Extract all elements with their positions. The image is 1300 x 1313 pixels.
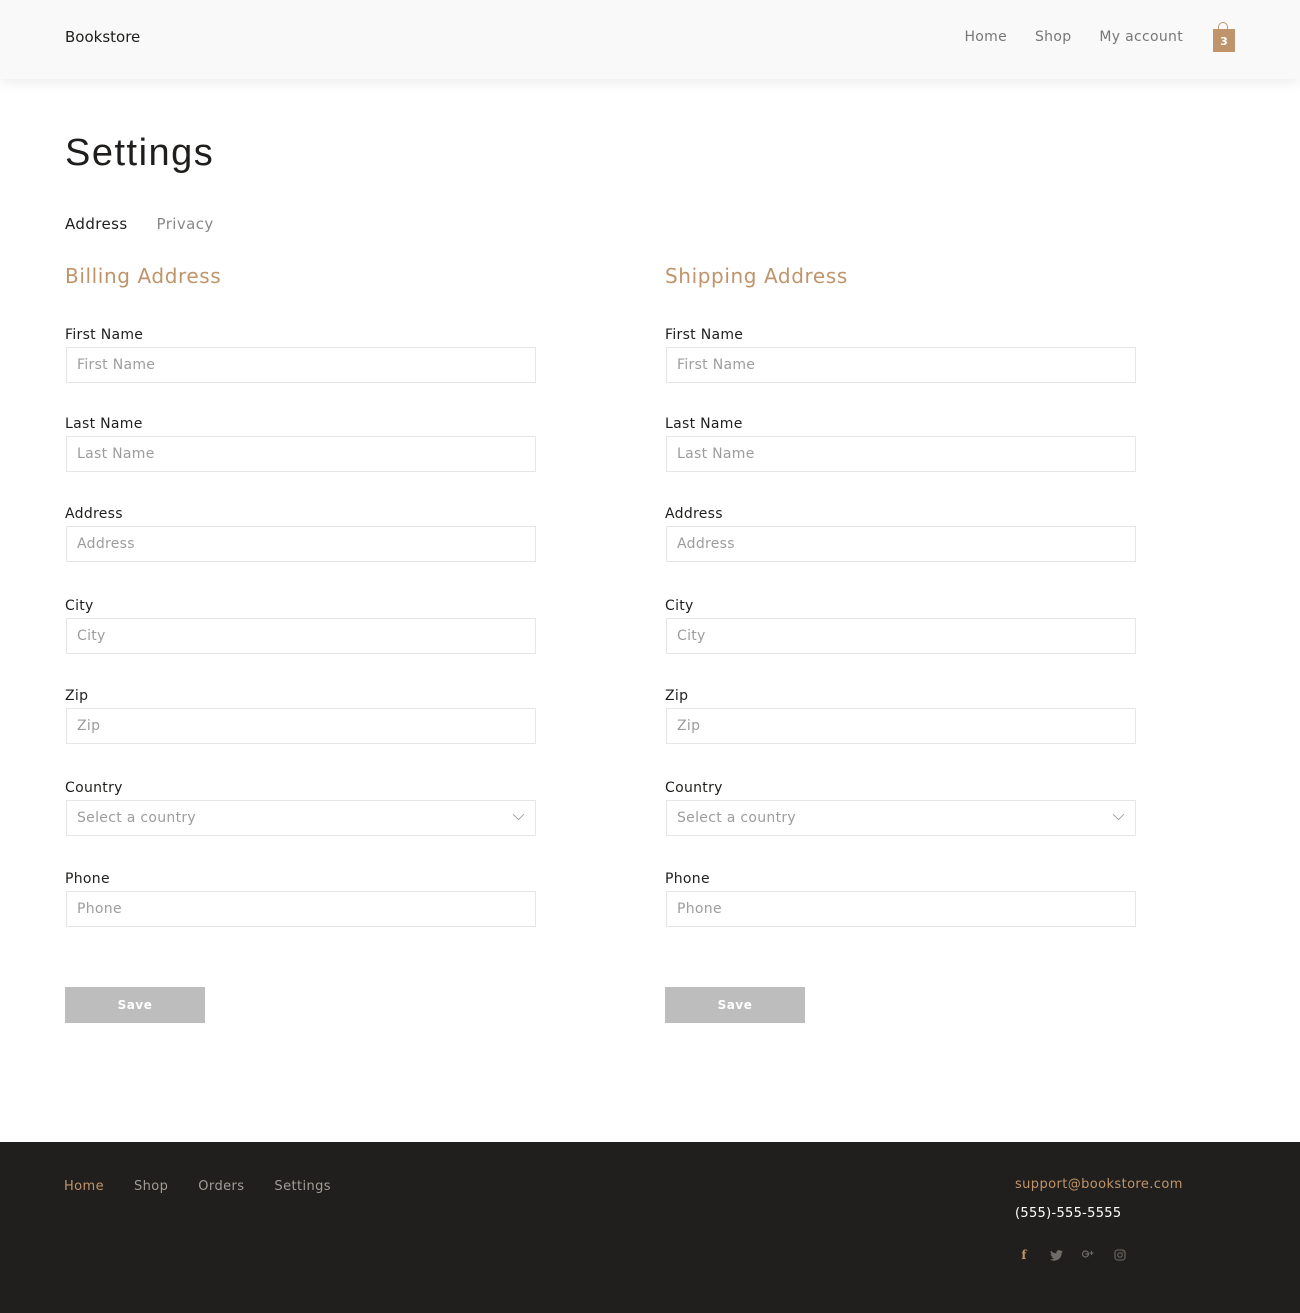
billing-city-group: City — [65, 598, 537, 654]
settings-tabs: Address Privacy — [65, 215, 243, 233]
billing-phone-input[interactable] — [66, 891, 536, 927]
billing-heading: Billing Address — [65, 264, 222, 288]
billing-city-input[interactable] — [66, 618, 536, 654]
support-phone: (555)-555-5555 — [1015, 1206, 1122, 1221]
billing-address-input[interactable] — [66, 526, 536, 562]
billing-address-group: Address — [65, 506, 537, 562]
shipping-zip-label: Zip — [665, 688, 689, 704]
billing-country-selected: Select a country — [77, 810, 197, 826]
cart-bag-icon[interactable]: 3 — [1212, 22, 1236, 53]
billing-last-name-input[interactable] — [66, 436, 536, 472]
shipping-country-label: Country — [665, 780, 723, 796]
billing-save-button[interactable]: Save — [65, 987, 205, 1023]
nav-home[interactable]: Home — [964, 29, 1007, 45]
shipping-address-label: Address — [665, 506, 723, 522]
brand-logo[interactable]: Bookstore — [65, 28, 140, 46]
footer-nav-orders[interactable]: Orders — [198, 1179, 244, 1194]
billing-address-form: Billing Address First Name Last Name Add… — [65, 264, 537, 1023]
footer-nav-shop[interactable]: Shop — [134, 1179, 168, 1194]
billing-phone-group: Phone — [65, 871, 537, 927]
footer-nav: Home Shop Orders Settings — [64, 1179, 361, 1194]
shipping-address-form: Shipping Address First Name Last Name Ad… — [665, 264, 1137, 1023]
billing-first-name-input[interactable] — [66, 347, 536, 383]
shipping-first-name-label: First Name — [665, 327, 744, 343]
chevron-down-icon — [1112, 808, 1125, 821]
shipping-last-name-group: Last Name — [665, 416, 1137, 472]
footer-nav-home[interactable]: Home — [64, 1179, 104, 1194]
shipping-city-label: City — [665, 598, 694, 614]
social-links: f — [1015, 1247, 1183, 1263]
cart-count-badge: 3 — [1213, 29, 1235, 52]
shipping-save-button[interactable]: Save — [665, 987, 805, 1023]
shipping-zip-group: Zip — [665, 688, 1137, 744]
tab-address[interactable]: Address — [65, 215, 128, 233]
main-nav: Home Shop My account — [936, 29, 1183, 45]
shipping-phone-group: Phone — [665, 871, 1137, 927]
billing-city-label: City — [65, 598, 94, 614]
billing-zip-label: Zip — [65, 688, 89, 704]
chevron-down-icon — [512, 808, 525, 821]
support-email-link[interactable]: support@bookstore.com — [1015, 1177, 1183, 1192]
shipping-address-group: Address — [665, 506, 1137, 562]
billing-zip-input[interactable] — [66, 708, 536, 744]
billing-last-name-label: Last Name — [65, 416, 143, 432]
billing-first-name-group: First Name — [65, 327, 537, 383]
page-title: Settings — [65, 132, 215, 174]
google-plus-icon[interactable] — [1079, 1247, 1097, 1263]
tab-privacy[interactable]: Privacy — [157, 215, 214, 233]
shipping-country-group: Country Select a country — [665, 780, 1137, 836]
shipping-last-name-input[interactable] — [666, 436, 1136, 472]
shipping-phone-label: Phone — [665, 871, 710, 887]
shipping-first-name-group: First Name — [665, 327, 1137, 383]
shipping-country-select[interactable]: Select a country — [666, 800, 1136, 836]
nav-shop[interactable]: Shop — [1035, 29, 1071, 45]
footer-nav-settings[interactable]: Settings — [274, 1179, 331, 1194]
billing-country-label: Country — [65, 780, 123, 796]
billing-phone-label: Phone — [65, 871, 110, 887]
shipping-city-group: City — [665, 598, 1137, 654]
nav-my-account[interactable]: My account — [1099, 29, 1183, 45]
billing-last-name-group: Last Name — [65, 416, 537, 472]
site-header: Bookstore Home Shop My account 3 — [0, 0, 1300, 79]
shipping-heading: Shipping Address — [665, 264, 848, 288]
shipping-zip-input[interactable] — [666, 708, 1136, 744]
billing-address-label: Address — [65, 506, 123, 522]
billing-country-group: Country Select a country — [65, 780, 537, 836]
shipping-last-name-label: Last Name — [665, 416, 743, 432]
shipping-phone-input[interactable] — [666, 891, 1136, 927]
billing-country-select[interactable]: Select a country — [66, 800, 536, 836]
shipping-address-input[interactable] — [666, 526, 1136, 562]
billing-zip-group: Zip — [65, 688, 537, 744]
instagram-icon[interactable] — [1111, 1247, 1129, 1263]
footer-contact: support@bookstore.com (555)-555-5555 f — [1015, 1177, 1183, 1263]
shipping-first-name-input[interactable] — [666, 347, 1136, 383]
facebook-icon[interactable]: f — [1015, 1247, 1033, 1263]
billing-first-name-label: First Name — [65, 327, 144, 343]
shipping-country-selected: Select a country — [677, 810, 797, 826]
twitter-icon[interactable] — [1047, 1247, 1065, 1263]
shipping-city-input[interactable] — [666, 618, 1136, 654]
site-footer: Home Shop Orders Settings support@bookst… — [0, 1142, 1300, 1313]
